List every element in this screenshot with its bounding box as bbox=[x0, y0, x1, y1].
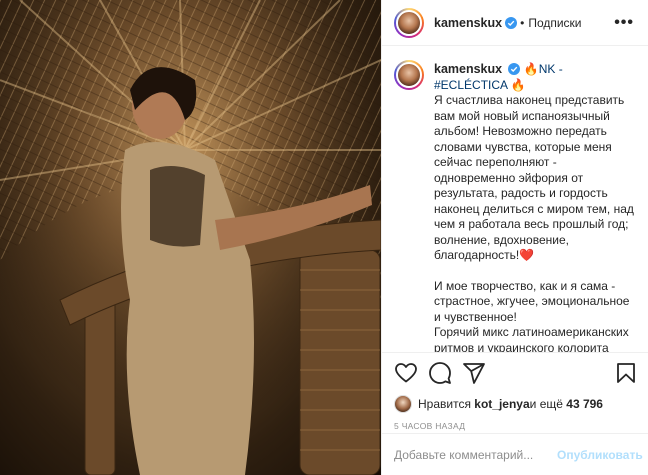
post-side-panel: kamenskux • Подписки ••• kamenskux 🔥NK -… bbox=[381, 0, 648, 475]
caption-paragraph-1: Я счастлива наконец представить вам мой … bbox=[434, 93, 634, 262]
share-send-icon[interactable] bbox=[462, 361, 486, 385]
comment-input[interactable] bbox=[394, 447, 549, 462]
separator-dot: • bbox=[520, 15, 525, 30]
likes-summary[interactable]: Нравится kot_jenya и ещё 43 796 bbox=[382, 393, 648, 415]
post-photo[interactable] bbox=[0, 0, 381, 475]
caption-username[interactable]: kamenskux bbox=[434, 62, 502, 76]
publish-comment-button[interactable]: Опубликовать bbox=[557, 448, 643, 462]
caption-avatar[interactable] bbox=[394, 60, 424, 90]
verified-badge-icon bbox=[508, 63, 521, 75]
author-username[interactable]: kamenskux bbox=[434, 16, 502, 30]
liker-username[interactable]: kot_jenya bbox=[474, 397, 529, 411]
likes-count[interactable]: 43 796 bbox=[566, 397, 603, 411]
action-bar bbox=[382, 353, 648, 393]
comment-bar: Опубликовать bbox=[382, 433, 648, 475]
caption-text: Я счастлива наконец представить вам мой … bbox=[434, 93, 636, 353]
post-header: kamenskux • Подписки ••• bbox=[382, 0, 648, 46]
caption-headline-row: kamenskux 🔥NK - #ECLÉCTICA 🔥 bbox=[434, 60, 636, 93]
author-avatar[interactable] bbox=[394, 7, 424, 38]
likes-prefix: Нравится bbox=[418, 397, 471, 411]
comment-bubble-icon[interactable] bbox=[428, 361, 452, 385]
caption-header: kamenskux 🔥NK - #ECLÉCTICA 🔥 bbox=[394, 60, 636, 93]
following-button[interactable]: Подписки bbox=[528, 16, 581, 30]
verified-badge-icon bbox=[505, 16, 518, 29]
more-options-icon[interactable]: ••• bbox=[614, 14, 634, 32]
woven-roof-image bbox=[0, 0, 381, 475]
caption-area[interactable]: kamenskux 🔥NK - #ECLÉCTICA 🔥 Я счастлива… bbox=[382, 46, 648, 353]
liker-avatar[interactable] bbox=[394, 395, 412, 413]
likes-middle: и ещё bbox=[529, 397, 563, 411]
like-heart-icon[interactable] bbox=[394, 361, 418, 385]
save-bookmark-icon[interactable] bbox=[614, 361, 638, 385]
caption-paragraph-2: И мое творчество, как и я сама - страстн… bbox=[434, 278, 630, 353]
